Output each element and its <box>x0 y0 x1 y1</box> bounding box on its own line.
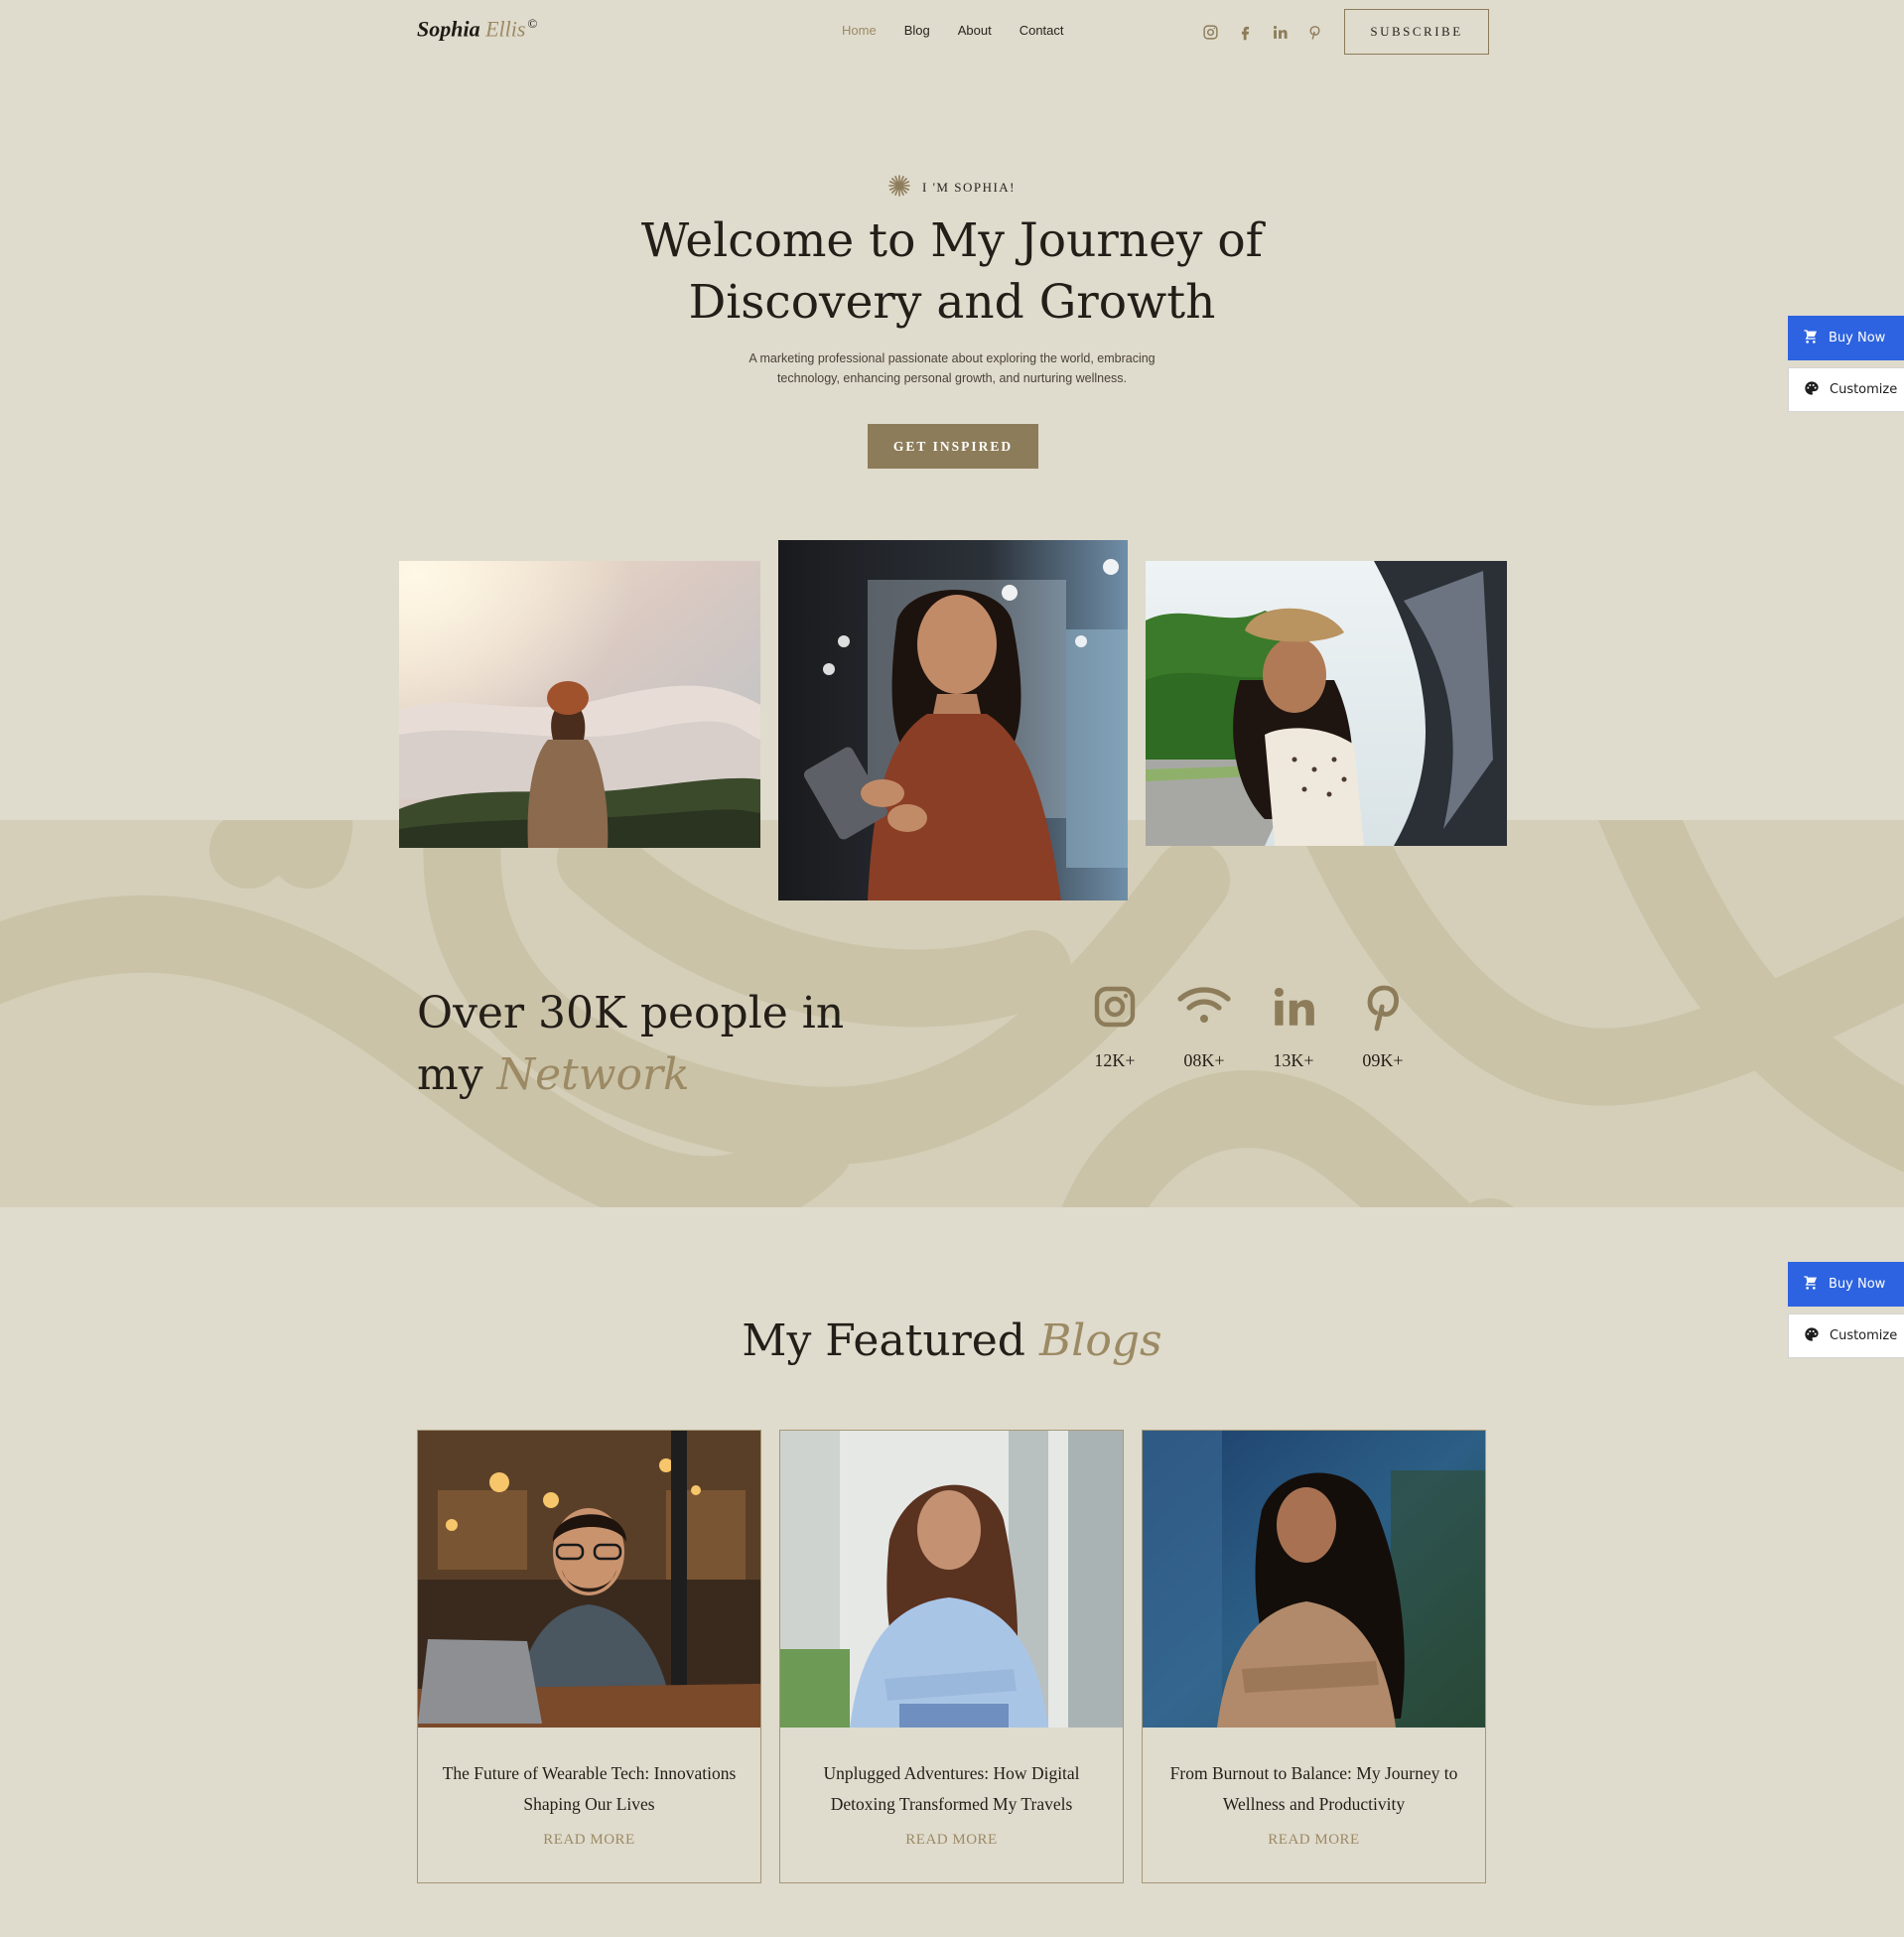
logo-mark: © <box>527 16 538 31</box>
blog-card[interactable]: Unplugged Adventures: How Digital Detoxi… <box>779 1430 1124 1883</box>
nav-home[interactable]: Home <box>842 23 877 38</box>
pinterest-icon[interactable] <box>1303 21 1325 43</box>
stat-value: 12K+ <box>1094 1050 1136 1070</box>
blog-card-title[interactable]: From Burnout to Balance: My Journey to W… <box>1143 1758 1485 1820</box>
hero-eyebrow-text: I 'M SOPHIA! <box>921 180 1016 195</box>
facebook-icon[interactable] <box>1234 21 1256 43</box>
blog-card[interactable]: From Burnout to Balance: My Journey to W… <box>1142 1430 1486 1883</box>
read-more-link[interactable]: READ MORE <box>418 1832 760 1849</box>
hero-subtitle: A marketing professional passionate abou… <box>714 348 1190 388</box>
linkedin-icon[interactable] <box>1269 21 1291 43</box>
hero-eyebrow: I 'M SOPHIA! <box>0 175 1904 201</box>
rss-feed-icon <box>1176 979 1232 1035</box>
logo-first-name: Sophia <box>417 16 480 42</box>
cart-icon <box>1803 1275 1819 1295</box>
stat-linkedin[interactable]: 13K+ <box>1249 979 1338 1071</box>
customize-label: Customize <box>1830 382 1898 397</box>
stat-value: 13K+ <box>1273 1050 1314 1070</box>
blog-card-image-woman-city-blue <box>1143 1431 1485 1728</box>
nav-about[interactable]: About <box>958 23 992 38</box>
stat-feed[interactable]: 08K+ <box>1159 979 1249 1071</box>
network-title-line-1: Over 30K people in <box>417 988 845 1038</box>
customize-button[interactable]: Customize <box>1788 1314 1904 1358</box>
blog-card-list: The Future of Wearable Tech: Innovations… <box>417 1430 1486 1883</box>
starburst-icon <box>888 175 910 201</box>
blog-card-title[interactable]: The Future of Wearable Tech: Innovations… <box>418 1758 760 1820</box>
photo-woman-leaning-out-car <box>1146 561 1507 846</box>
hero-title-line-2: Discovery and Growth <box>688 275 1216 330</box>
hero-subtitle-line-1: A marketing professional passionate abou… <box>748 351 1156 365</box>
site-header: Sophia Ellis © Home Blog About Contact SU… <box>0 0 1904 64</box>
stat-value: 08K+ <box>1183 1050 1225 1070</box>
header-social-links <box>1199 21 1325 43</box>
network-title-plain: my <box>417 1049 483 1100</box>
buy-now-button[interactable]: Buy Now <box>1788 316 1904 360</box>
main-nav: Home Blog About Contact <box>842 23 1064 38</box>
palette-icon <box>1804 380 1820 400</box>
pinterest-icon <box>1359 979 1407 1035</box>
nav-contact[interactable]: Contact <box>1020 23 1064 38</box>
logo-last-name: Ellis <box>485 16 526 42</box>
hero-title-line-1: Welcome to My Journey of <box>640 213 1264 268</box>
subscribe-button[interactable]: SUBSCRIBE <box>1344 9 1489 55</box>
stat-instagram[interactable]: 12K+ <box>1070 979 1159 1071</box>
network-title: Over 30K people in my Network <box>417 983 844 1106</box>
instagram-icon <box>1091 979 1139 1035</box>
buy-now-label: Buy Now <box>1829 1277 1886 1292</box>
site-logo[interactable]: Sophia Ellis © <box>417 16 537 42</box>
buy-now-label: Buy Now <box>1829 331 1886 346</box>
stat-value: 09K+ <box>1362 1050 1404 1070</box>
blog-card-image-man-with-laptop <box>418 1431 760 1728</box>
blog-card[interactable]: The Future of Wearable Tech: Innovations… <box>417 1430 761 1883</box>
stat-pinterest[interactable]: 09K+ <box>1338 979 1428 1071</box>
customize-button[interactable]: Customize <box>1788 367 1904 412</box>
nav-blog[interactable]: Blog <box>904 23 930 38</box>
cart-icon <box>1803 329 1819 348</box>
instagram-icon[interactable] <box>1199 21 1221 43</box>
buy-now-button[interactable]: Buy Now <box>1788 1262 1904 1307</box>
featured-blogs-title: My Featured Blogs <box>0 1315 1904 1366</box>
blog-card-image-woman-arms-crossed-building <box>780 1431 1123 1728</box>
network-title-accent: Network <box>496 1049 690 1100</box>
linkedin-icon <box>1269 979 1318 1035</box>
read-more-link[interactable]: READ MORE <box>1143 1832 1485 1849</box>
get-inspired-button[interactable]: GET INSPIRED <box>868 424 1038 469</box>
blog-card-title[interactable]: Unplugged Adventures: How Digital Detoxi… <box>780 1758 1123 1820</box>
photo-woman-overlooking-clouds <box>399 561 760 848</box>
featured-title-accent: Blogs <box>1038 1315 1162 1366</box>
read-more-link[interactable]: READ MORE <box>780 1832 1123 1849</box>
featured-title-plain: My Featured <box>742 1315 1025 1366</box>
photo-woman-with-tablet <box>778 540 1128 900</box>
customize-label: Customize <box>1830 1328 1898 1343</box>
network-stats: 12K+ 08K+ 13K+ 09K+ <box>1070 979 1428 1071</box>
palette-icon <box>1804 1326 1820 1346</box>
hero-subtitle-line-2: technology, enhancing personal growth, a… <box>776 371 1128 385</box>
hero-title: Welcome to My Journey of Discovery and G… <box>555 210 1349 334</box>
